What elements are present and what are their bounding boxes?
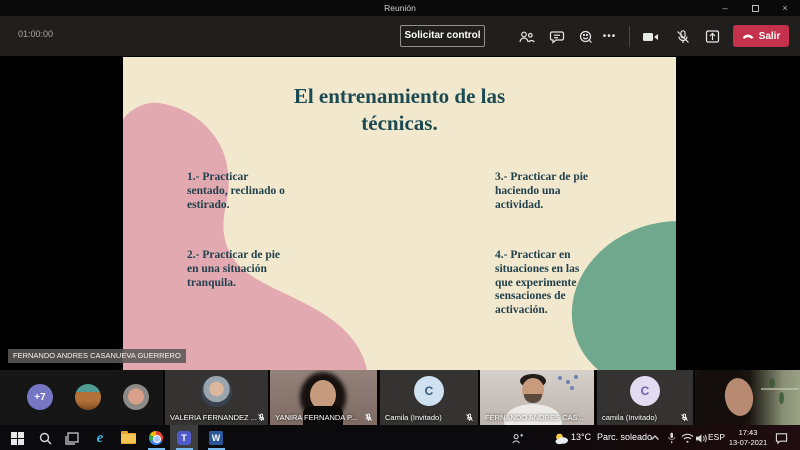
search-icon[interactable] — [36, 429, 54, 447]
slide-point-3: 3.- Practicar de pie haciendo una activi… — [495, 171, 588, 212]
weather-icon[interactable] — [552, 429, 570, 447]
internet-explorer-icon[interactable]: e — [91, 429, 109, 447]
mic-muted-icon[interactable] — [674, 28, 691, 45]
participant-name: YANIRA FERNANDA P... — [275, 413, 357, 422]
leave-button[interactable]: Salir — [733, 25, 789, 47]
minimize-icon[interactable]: – — [710, 0, 740, 16]
close-icon[interactable]: × — [770, 0, 800, 16]
participant-initial: C — [425, 384, 434, 398]
window-controls: – × — [710, 0, 800, 16]
clock[interactable]: 17:43 13-07-2021 — [724, 428, 772, 447]
participants-filmstrip: +7 VALERIA FERNANDEZ ... YANIRA FERNANDA — [0, 370, 800, 425]
overflow-count-badge[interactable]: +7 — [27, 384, 53, 410]
hang-up-icon — [742, 33, 754, 39]
share-screen-icon[interactable] — [704, 28, 721, 45]
request-control-button[interactable]: Solicitar control — [400, 25, 485, 47]
shared-content-stage: El entrenamiento de las técnicas. 1.- Pr… — [0, 56, 800, 370]
slide-title: El entrenamiento de las técnicas. — [183, 83, 616, 138]
participant-avatar-photo[interactable] — [75, 384, 101, 410]
mic-muted-icon — [257, 413, 264, 422]
more-options-icon[interactable]: ••• — [601, 28, 618, 45]
participant-name: camila (Invitado) — [602, 413, 657, 422]
word-icon[interactable]: W — [207, 429, 225, 447]
teams-meeting-window: Reunión – × 01:00:00 Solicitar control — [0, 0, 800, 450]
windows-taskbar: e T W 13°C — [0, 425, 800, 450]
weather-temperature[interactable]: 13°C — [571, 432, 591, 442]
participant-initial: C — [641, 384, 650, 398]
toolbar-divider — [629, 26, 630, 47]
participant-tile-valeria[interactable]: VALERIA FERNANDEZ ... — [165, 370, 268, 425]
window-titlebar: Reunión – × — [0, 0, 800, 16]
action-center-icon[interactable] — [772, 429, 790, 447]
weather-description[interactable]: Parc. soleado — [597, 432, 652, 442]
participant-name: Camila (Invitado) — [385, 413, 442, 422]
clock-date: 13-07-2021 — [724, 438, 772, 448]
mic-muted-icon — [364, 413, 373, 422]
task-view-icon[interactable] — [63, 429, 81, 447]
presentation-slide: El entrenamiento de las técnicas. 1.- Pr… — [123, 57, 676, 370]
slide-point-1: 1.- Practicar sentado, reclinado o estir… — [187, 171, 285, 212]
chat-icon[interactable] — [548, 28, 565, 45]
participant-tile-camila2[interactable]: C camila (Invitado) — [597, 370, 693, 425]
overflow-participants-panel: +7 — [0, 370, 163, 425]
presenter-name-label: FERNANDO ANDRES CASANUEVA GUERRERO — [8, 349, 186, 363]
camera-icon[interactable] — [642, 28, 659, 45]
participant-name: FERNANDO ANDRES CAS... — [485, 413, 584, 422]
teams-icon[interactable]: T — [175, 429, 193, 447]
participants-icon[interactable] — [518, 28, 535, 45]
slide-point-2: 2.- Practicar de pie en una situación tr… — [187, 249, 280, 290]
participant-tile-video[interactable] — [695, 370, 800, 425]
participant-tile-yanira[interactable]: YANIRA FERNANDA P... — [270, 370, 377, 425]
maximize-icon[interactable] — [740, 0, 770, 16]
slide-point-4: 4.- Practicar en situaciones en las que … — [495, 249, 579, 318]
participant-avatar-photo — [201, 376, 232, 407]
leave-label: Salir — [759, 31, 781, 42]
reactions-icon[interactable] — [577, 28, 594, 45]
chrome-icon[interactable] — [147, 429, 165, 447]
participant-name: VALERIA FERNANDEZ ... — [170, 413, 257, 422]
meeting-toolbar: 01:00:00 Solicitar control ••• — [0, 16, 800, 56]
people-tray-icon[interactable] — [508, 429, 526, 447]
window-title: Reunión — [0, 0, 800, 16]
participant-tile-fernando[interactable]: FERNANDO ANDRES CAS... — [480, 370, 594, 425]
participant-avatar-photo[interactable] — [123, 384, 149, 410]
mic-muted-icon — [465, 413, 474, 422]
participant-video — [695, 370, 800, 425]
start-button-icon[interactable] — [8, 429, 26, 447]
meeting-timer: 01:00:00 — [18, 29, 53, 39]
language-indicator[interactable]: ESP — [708, 432, 725, 442]
participant-tile-camila1[interactable]: C Camila (Invitado) — [380, 370, 478, 425]
file-explorer-icon[interactable] — [119, 429, 137, 447]
mic-muted-icon — [680, 413, 689, 422]
clock-time: 17:43 — [724, 428, 772, 438]
